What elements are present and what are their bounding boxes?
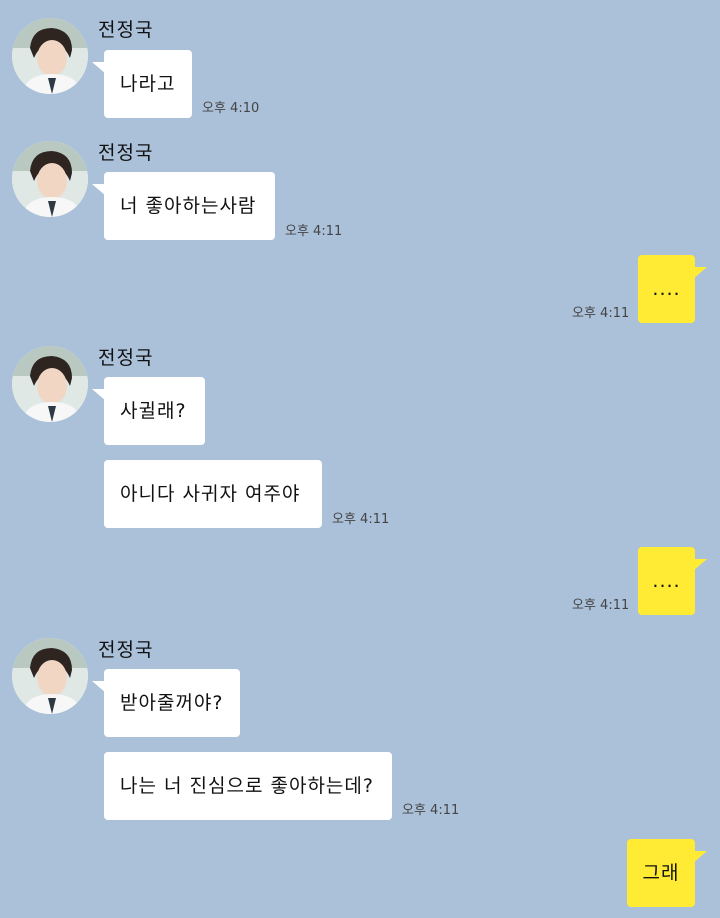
sender-name: 전정국	[98, 639, 154, 661]
profile-photo-icon	[12, 346, 88, 422]
message-time: 오후 4:11	[285, 224, 343, 239]
message-time: 오후 4:11	[572, 306, 630, 321]
message-time: 오후 4:11	[572, 598, 630, 613]
chat-view: 전정국 나라고 오후 4:10 전정국 너 좋아하는사람 오후 4:11 ...…	[0, 0, 720, 918]
message-time: 오후 4:10	[202, 101, 260, 116]
message-bubble[interactable]: 받아줄꺼야?	[92, 669, 240, 737]
my-message-bubble[interactable]: 그래	[627, 839, 707, 907]
message-bubble[interactable]: 너 좋아하는사람	[92, 172, 275, 240]
message-bubble[interactable]: 아니다 사귀자 여주야	[104, 460, 322, 528]
message-bubble[interactable]: 사귈래?	[92, 377, 205, 445]
avatar[interactable]	[12, 346, 88, 422]
my-message-bubble[interactable]: ....	[638, 547, 707, 615]
profile-photo-icon	[12, 638, 88, 714]
message-time: 오후 4:11	[332, 512, 390, 527]
sender-name: 전정국	[98, 347, 154, 369]
my-message-bubble[interactable]: ....	[638, 255, 707, 323]
profile-photo-icon	[12, 141, 88, 217]
avatar[interactable]	[12, 141, 88, 217]
sender-name: 전정국	[98, 19, 154, 41]
avatar[interactable]	[12, 18, 88, 94]
message-time: 오후 4:11	[402, 803, 460, 818]
message-bubble[interactable]: 나라고	[92, 50, 192, 118]
message-bubble[interactable]: 나는 너 진심으로 좋아하는데?	[104, 752, 392, 820]
sender-name: 전정국	[98, 142, 154, 164]
avatar[interactable]	[12, 638, 88, 714]
profile-photo-icon	[12, 18, 88, 94]
